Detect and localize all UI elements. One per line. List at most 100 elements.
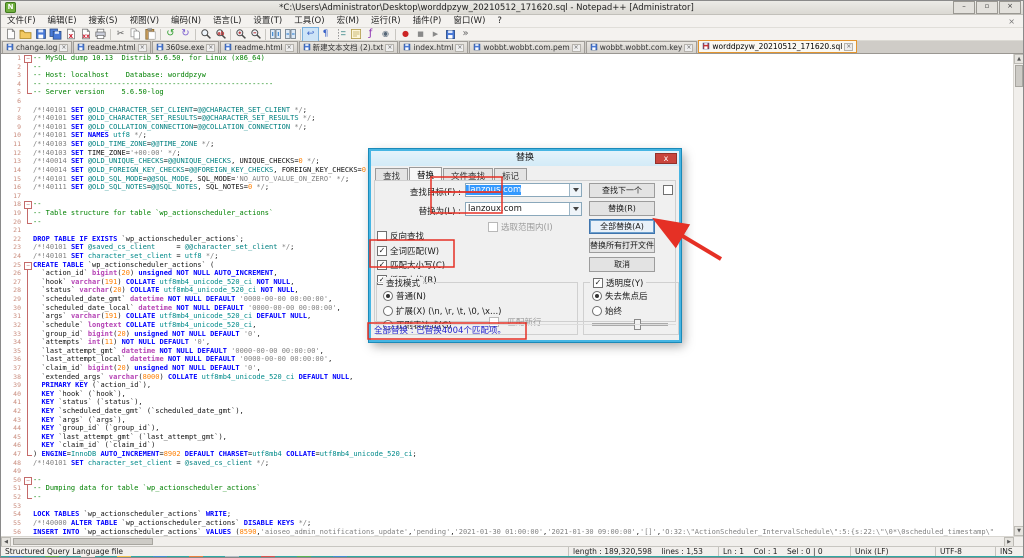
- menu-item[interactable]: 运行(R): [365, 15, 407, 27]
- scroll-down-icon[interactable]: ▼: [1014, 526, 1023, 536]
- save-icon[interactable]: [33, 28, 48, 41]
- show-all-chars-icon[interactable]: ¶: [318, 28, 333, 41]
- view-eye-icon[interactable]: ◉: [378, 28, 393, 41]
- function-list-icon[interactable]: ƒ: [363, 28, 378, 41]
- menu-item[interactable]: 文件(F): [1, 15, 42, 27]
- tab-close-icon[interactable]: ×: [684, 44, 693, 52]
- print-icon[interactable]: [93, 28, 108, 41]
- macro-stop-icon[interactable]: ■: [413, 28, 428, 41]
- tab-close-icon[interactable]: ×: [385, 44, 394, 52]
- vertical-scroll-thumb[interactable]: [1015, 65, 1023, 87]
- word-wrap-icon[interactable]: ↩: [303, 28, 318, 41]
- zoom-in-icon[interactable]: [233, 28, 248, 41]
- new-file-icon[interactable]: [3, 28, 18, 41]
- tab-close-icon[interactable]: ×: [59, 44, 68, 52]
- sync-scroll-h-icon[interactable]: [283, 28, 298, 41]
- horizontal-scrollbar[interactable]: ◀ ▶: [1, 536, 1023, 546]
- cut-icon[interactable]: ✂: [113, 28, 128, 41]
- match-whole-word-checkbox[interactable]: ✓全词匹配(W): [377, 245, 445, 257]
- transparency-always-radio[interactable]: 始终: [592, 305, 648, 317]
- horizontal-scroll-thumb[interactable]: [13, 538, 153, 545]
- cancel-button[interactable]: 取消: [589, 257, 655, 272]
- fold-margin-start[interactable]: −: [23, 54, 33, 63]
- status-typing-mode[interactable]: INS: [995, 547, 1023, 556]
- fold-margin-start[interactable]: −: [23, 476, 33, 485]
- vertical-scrollbar[interactable]: ▲ ▼: [1013, 54, 1023, 536]
- menu-item[interactable]: 语言(L): [207, 15, 247, 27]
- search-mode-normal-radio[interactable]: 普通(N): [383, 290, 501, 302]
- document-close-icon[interactable]: ×: [1000, 17, 1023, 26]
- status-eol-format[interactable]: Unix (LF): [850, 547, 935, 556]
- tab-close-icon[interactable]: ×: [206, 44, 215, 52]
- tab-close-icon[interactable]: ×: [285, 44, 294, 52]
- undo-icon[interactable]: ↺: [163, 28, 178, 41]
- tab-close-icon[interactable]: ×: [572, 44, 581, 52]
- indent-guide-icon[interactable]: [333, 28, 348, 41]
- fold-margin-start[interactable]: −: [23, 261, 33, 270]
- chevron-down-icon[interactable]: [569, 184, 581, 196]
- macro-run-icon[interactable]: »: [458, 28, 473, 41]
- minimize-button[interactable]: –: [953, 1, 975, 14]
- search-mode-extended-radio[interactable]: 扩展(X) (\n, \r, \t, \0, \x...): [383, 305, 501, 317]
- close-icon[interactable]: x: [63, 28, 78, 41]
- tab-label: readme.html: [87, 43, 135, 52]
- fold-margin: [23, 502, 33, 511]
- tab-360se-exe[interactable]: 360se.exe×: [152, 41, 220, 53]
- tab-close-icon[interactable]: ×: [138, 44, 147, 52]
- replace-with-combo[interactable]: lanzoux.com: [465, 202, 582, 216]
- menu-item[interactable]: 搜索(S): [83, 15, 124, 27]
- replace-button[interactable]: 替换(R): [589, 201, 655, 216]
- menu-item[interactable]: 编码(N): [165, 15, 207, 27]
- find-next-button[interactable]: 查找下一个: [589, 183, 655, 198]
- save-all-icon[interactable]: [48, 28, 63, 41]
- tab-worddpzyw-20210512-171620-sql[interactable]: worddpzyw_20210512_171620.sql×: [698, 40, 857, 53]
- tab-index-html[interactable]: index.html×: [399, 41, 468, 53]
- menu-item[interactable]: 设置(T): [247, 15, 288, 27]
- replace-icon[interactable]: ab: [213, 28, 228, 41]
- redo-icon[interactable]: ↻: [178, 28, 193, 41]
- doc-map-icon[interactable]: [348, 28, 363, 41]
- tab-close-icon[interactable]: ×: [455, 44, 464, 52]
- scroll-up-icon[interactable]: ▲: [1014, 54, 1023, 64]
- find-what-combo[interactable]: lanzous.com: [465, 183, 582, 197]
- match-case-checkbox[interactable]: ✓匹配大小写(C): [377, 259, 445, 271]
- open-folder-icon[interactable]: [18, 28, 33, 41]
- menu-item[interactable]: 插件(P): [407, 15, 448, 27]
- copy-icon[interactable]: [128, 28, 143, 41]
- fold-margin-mid: [23, 321, 33, 330]
- transparency-on-losing-focus-radio[interactable]: 失去焦点后: [592, 290, 648, 302]
- menu-item[interactable]: ?: [491, 15, 508, 27]
- transparency-checkbox[interactable]: ✓透明度(Y): [593, 277, 643, 289]
- tab-close-icon[interactable]: ×: [844, 43, 853, 51]
- tab-readme-html[interactable]: readme.html×: [73, 41, 150, 53]
- replace-all-open-button[interactable]: 替换所有打开文件(O): [589, 238, 655, 253]
- menu-item[interactable]: 编辑(E): [42, 15, 83, 27]
- zoom-out-icon[interactable]: [248, 28, 263, 41]
- paste-icon[interactable]: [143, 28, 158, 41]
- menu-item[interactable]: 宏(M): [331, 15, 365, 27]
- dialog-top-right-checkbox[interactable]: [663, 185, 673, 195]
- backward-direction-checkbox[interactable]: 反向查找: [377, 230, 445, 242]
- menu-item[interactable]: 工具(O): [288, 15, 330, 27]
- macro-record-icon[interactable]: ●: [398, 28, 413, 41]
- tab-change-log[interactable]: change.log×: [2, 41, 72, 53]
- close-button[interactable]: ×: [999, 1, 1021, 14]
- tab-wobbt-wobbt-com-key[interactable]: wobbt.wobbt.com.key×: [586, 41, 698, 53]
- tab--2-txt[interactable]: 新建文本文档 (2).txt×: [299, 41, 399, 53]
- dialog-close-icon[interactable]: x: [655, 153, 677, 164]
- status-encoding[interactable]: UTF-8: [935, 547, 995, 556]
- sync-scroll-v-icon[interactable]: [268, 28, 283, 41]
- close-all-icon[interactable]: xx: [78, 28, 93, 41]
- fold-margin-start[interactable]: −: [23, 200, 33, 209]
- line-number: 39: [1, 381, 23, 390]
- menu-item[interactable]: 视图(V): [124, 15, 165, 27]
- tab-readme-html[interactable]: readme.html×: [220, 41, 297, 53]
- find-icon[interactable]: [198, 28, 213, 41]
- tab-wobbt-wobbt-com-pem[interactable]: wobbt.wobbt.com.pem×: [469, 41, 584, 53]
- menu-item[interactable]: 窗口(W): [447, 15, 491, 27]
- replace-all-button[interactable]: 全部替换(A): [589, 219, 655, 234]
- macro-save-icon[interactable]: [443, 28, 458, 41]
- maximize-button[interactable]: ▫: [976, 1, 998, 14]
- chevron-down-icon[interactable]: [569, 203, 581, 215]
- macro-play-icon[interactable]: ▶: [428, 28, 443, 41]
